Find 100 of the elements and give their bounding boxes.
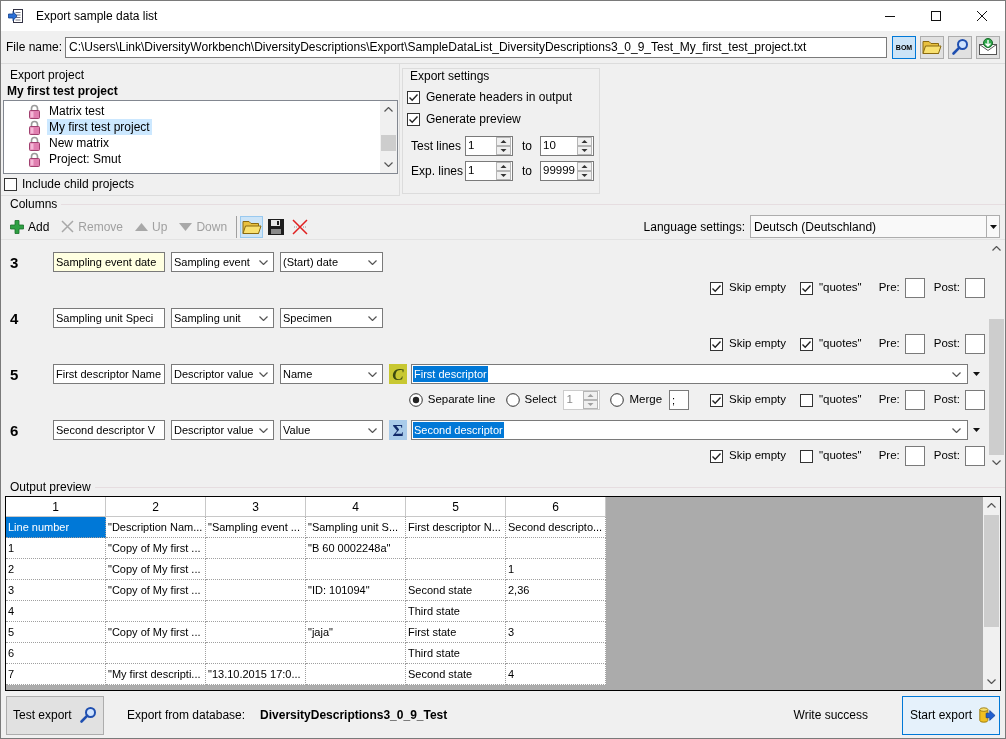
descriptor-dropdown[interactable]: Second descriptor [411,420,968,440]
table-cell: "My first descripti... [106,664,206,685]
checkbox-label: Skip empty [729,280,786,296]
checkbox[interactable] [710,281,724,295]
checkbox[interactable] [800,281,813,295]
file-name-label: File name: [6,39,64,56]
text-field[interactable] [965,334,985,354]
checkbox[interactable] [4,177,17,191]
dropdown[interactable]: Name [280,364,383,384]
spinner-arrows-icon[interactable] [577,136,592,155]
list-item[interactable]: My first test project [47,119,152,135]
close-icon[interactable] [977,11,987,21]
number-spinner[interactable]: 99999 [540,160,594,181]
checkbox[interactable] [710,393,724,407]
dropdown[interactable]: (Start) date [280,252,383,272]
checkbox[interactable] [710,337,724,351]
dropdown[interactable]: Descriptor value [171,364,274,384]
group-title: Export settings [410,69,491,83]
text-field[interactable] [904,446,925,466]
caret-down-icon[interactable] [973,372,980,376]
clear-icon [291,218,308,235]
spinner-arrows-icon[interactable] [577,161,592,180]
table-cell: 3 [6,580,106,601]
to-label: to [522,137,533,155]
number-spinner[interactable]: 10 [540,135,594,156]
chevron-down-icon [952,371,961,377]
table-cell: "Copy of My first ... [106,559,206,580]
checkbox[interactable] [407,112,420,126]
row-number: 6 [10,422,20,438]
scrollbar[interactable] [983,497,1000,690]
text-field[interactable] [965,446,985,466]
test-export-button[interactable]: Test export [6,695,104,735]
checkbox-label: Skip empty [729,392,786,408]
table-cell: "B 60 0002248a" [306,538,406,559]
checkbox[interactable] [407,90,420,104]
padlock-icon [29,103,40,119]
start-export-button[interactable]: Start export [902,695,1000,735]
chevron-up-icon[interactable] [987,503,996,508]
spinner-arrows-icon[interactable] [496,136,511,155]
caret-down-icon[interactable] [973,428,980,432]
plus-icon [10,219,24,234]
dropdown[interactable]: Sampling unit [171,308,274,328]
text-field[interactable]: First descriptor Name [53,364,165,384]
chevron-down-icon[interactable] [987,679,996,684]
text-field[interactable] [904,390,925,410]
triangle-down-icon [179,222,193,231]
maximize-icon[interactable] [931,11,941,21]
scrollbar-thumb[interactable] [381,135,396,151]
descriptor-dropdown[interactable]: First descriptor [411,364,968,384]
text-field[interactable] [965,278,985,298]
status-text: Write success [793,707,868,724]
column-header[interactable]: 6 [506,497,606,517]
file-path-field[interactable]: C:\Users\Link\DiversityWorkbench\DiversityDescriptions\Export\SampleDataList_DiversityDescriptions3_0_9_Test_My_first_test_project.txt [65,36,887,58]
text-field[interactable]: ; [669,390,690,410]
padlock-icon [29,119,40,135]
dropdown[interactable]: Value [280,420,383,440]
number-spinner[interactable]: 1 [465,160,513,181]
checkbox[interactable] [800,337,813,351]
table-cell: First descriptor N... [406,517,506,538]
chevron-down-icon[interactable] [992,460,1001,466]
radio-button[interactable] [610,393,625,407]
column-header[interactable]: 2 [106,497,206,517]
text-field[interactable]: Sampling event date [53,252,165,272]
scrollbar-thumb[interactable] [989,318,1004,455]
checkbox[interactable] [800,449,813,463]
minimize-icon[interactable] [885,15,895,17]
radio-button[interactable] [505,393,520,407]
number-spinner[interactable]: 1 [465,135,513,156]
open-button[interactable] [240,215,264,238]
text-field[interactable]: Sampling unit Speci [53,308,165,328]
checkbox-label: Skip empty [729,448,786,464]
radio-button[interactable] [408,393,423,407]
dropdown[interactable]: Sampling event [171,252,274,272]
chevron-up-icon[interactable] [384,107,393,112]
column-header[interactable]: 1 [6,497,106,517]
text-field[interactable] [904,334,925,354]
text-field[interactable] [904,278,925,298]
search-button[interactable] [948,35,972,59]
spinner-arrows-icon[interactable] [496,161,511,180]
column-header[interactable]: 3 [206,497,306,517]
column-header[interactable]: 4 [306,497,406,517]
chevron-down-icon[interactable] [384,162,393,167]
column-header[interactable]: 5 [406,497,506,517]
text-field[interactable] [965,390,985,410]
checkbox[interactable] [800,393,813,407]
checkbox[interactable] [710,449,724,463]
add-button[interactable]: Add [8,215,52,238]
dropdown[interactable]: Descriptor value [171,420,274,440]
scrollbar[interactable] [380,101,397,173]
text-field[interactable]: Second descriptor V [53,420,165,440]
table-cell: "Sampling event ... [206,517,306,538]
caret-down-icon[interactable] [989,224,997,229]
row-number: 4 [10,310,20,326]
chevron-up-icon[interactable] [992,245,1001,251]
language-dropdown[interactable]: Deutsch (Deutschland) [750,215,1000,238]
dropdown[interactable]: Specimen [280,308,383,328]
mail-button[interactable] [976,35,1000,59]
scrollbar-thumb[interactable] [984,515,999,627]
list-item[interactable]: Project: Smut [47,151,124,167]
folder-button[interactable] [920,35,944,59]
